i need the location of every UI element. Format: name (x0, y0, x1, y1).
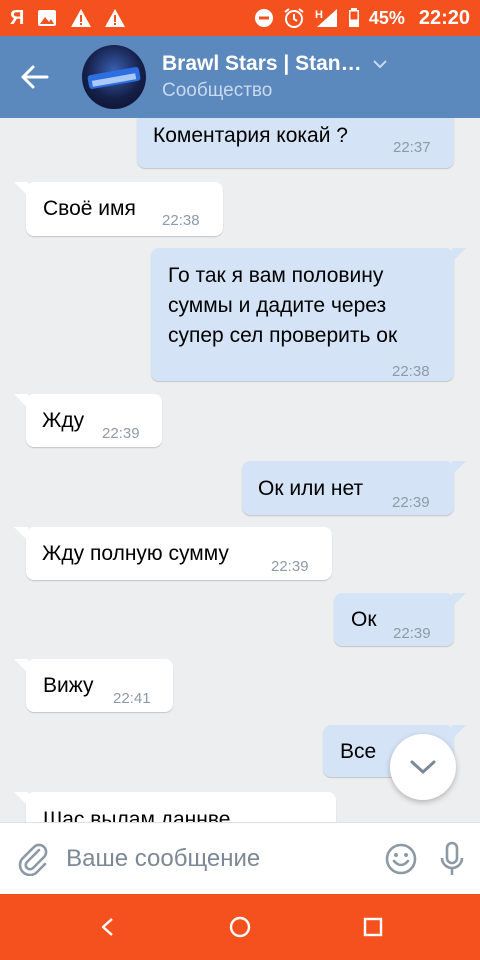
message-bubble[interactable]: Жду 22:39 (14, 394, 162, 447)
nav-back-button[interactable] (77, 897, 137, 957)
message-text: Жду (42, 409, 85, 432)
message-bubble[interactable]: Коментария кокай ? 22:37 (137, 118, 454, 168)
warning-icon (104, 7, 126, 29)
back-arrow-icon (21, 65, 49, 89)
message-bubble[interactable]: Жду полную сумму 22:39 (14, 527, 332, 580)
back-triangle-icon (101, 918, 113, 936)
community-avatar[interactable] (82, 45, 146, 109)
message-time: 22:39 (102, 425, 140, 442)
message-bubble[interactable]: Го так я вам половину суммы и дадите чер… (151, 248, 466, 381)
message-bubble[interactable]: Ок или нет 22:39 (242, 461, 466, 515)
message-bubble[interactable]: Своё имя 22:38 (14, 182, 223, 236)
message-text: Ок или нет (258, 477, 364, 500)
status-bar: Я H 45% 22:20 (0, 0, 480, 36)
message-text: Все (340, 740, 377, 763)
chevron-down-icon (372, 60, 387, 69)
message-composer (0, 822, 480, 894)
message-time: 22:39 (392, 494, 430, 511)
back-button[interactable] (0, 36, 70, 118)
microphone-icon (441, 841, 464, 875)
scroll-down-button[interactable] (390, 734, 456, 800)
clock: 22:20 (418, 6, 470, 29)
message-text: Ок (351, 608, 377, 631)
system-nav-bar (0, 894, 480, 960)
nav-home-button[interactable] (210, 897, 270, 957)
paperclip-icon (18, 843, 48, 876)
nav-recents-button[interactable] (343, 897, 403, 957)
message-text: Вижу (43, 674, 94, 697)
chat-title-block[interactable]: Brawl Stars | Stan… Сообщество (162, 52, 388, 102)
message-text: Жду полную сумму (42, 542, 229, 565)
battery-icon (347, 7, 361, 29)
message-time: 22:39 (271, 558, 309, 575)
message-bubble[interactable]: Ок 22:39 (334, 593, 466, 646)
message-input[interactable] (66, 828, 377, 889)
message-time: 22:37 (393, 139, 431, 156)
message-time: 22:38 (392, 363, 430, 380)
message-text: Шас вылам даннве (43, 808, 231, 822)
message-text-line: суммы и дадите через (168, 294, 387, 317)
message-text-line: Го так я вам половину (168, 264, 384, 287)
battery-percent: 45% (368, 7, 405, 28)
message-bubble[interactable]: Вижу 22:41 (14, 659, 173, 712)
yandex-icon: Я (10, 6, 25, 29)
voice-message-button[interactable] (425, 823, 480, 895)
message-time: 22:38 (162, 212, 200, 229)
signal-icon: H (313, 7, 339, 29)
chat-title: Brawl Stars | Stan… (162, 52, 362, 75)
message-text-line: супер сел проверить ок (168, 324, 398, 347)
message-time: 22:41 (113, 690, 151, 707)
recents-square-icon (364, 917, 383, 937)
message-text: Коментария кокай ? (153, 124, 348, 147)
warning-icon (70, 7, 92, 29)
message-time: 22:39 (393, 625, 431, 642)
alarm-icon (283, 7, 305, 29)
dnd-icon (253, 7, 275, 29)
image-icon (36, 7, 58, 29)
message-text: Своё имя (43, 197, 136, 220)
message-list[interactable]: Коментария кокай ? 22:37 Своё имя 22:38 … (0, 118, 480, 822)
emoji-button[interactable] (376, 823, 425, 895)
chat-subtitle: Сообщество (162, 80, 273, 101)
chat-header: Brawl Stars | Stan… Сообщество (0, 36, 480, 118)
smiley-icon (385, 843, 416, 874)
home-circle-icon (229, 916, 251, 938)
svg-text:H: H (315, 9, 323, 21)
attach-button[interactable] (0, 823, 66, 895)
chevron-down-icon (410, 760, 436, 775)
message-bubble[interactable]: Шас вылам даннве (14, 792, 336, 822)
